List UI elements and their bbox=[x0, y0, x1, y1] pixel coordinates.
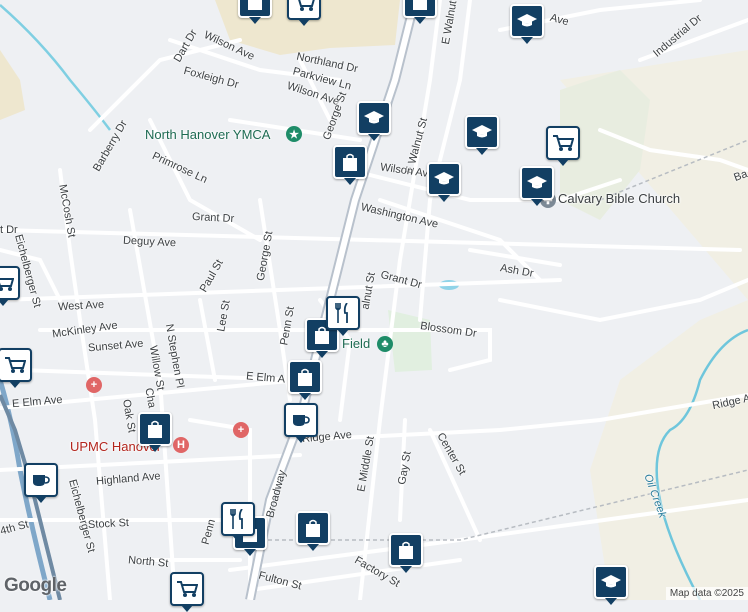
graduation-cap-icon[interactable] bbox=[510, 4, 544, 44]
street-label-stock-st: Stock St bbox=[87, 516, 130, 532]
google-logo: Google bbox=[4, 575, 67, 596]
street-label-west-ave: West Ave bbox=[57, 298, 105, 314]
shopping-cart-icon[interactable] bbox=[287, 0, 321, 26]
place-label-field[interactable]: Field bbox=[342, 336, 370, 351]
coffee-cup-icon[interactable] bbox=[284, 403, 318, 443]
shopping-bag-icon[interactable] bbox=[403, 0, 437, 24]
shopping-bag-icon[interactable] bbox=[389, 533, 423, 573]
shopping-bag-icon[interactable] bbox=[296, 511, 330, 551]
hospital-icon[interactable]: + bbox=[233, 422, 249, 438]
sand-area-left bbox=[0, 50, 25, 120]
map-canvas[interactable] bbox=[0, 0, 748, 600]
graduation-cap-icon[interactable] bbox=[427, 162, 461, 202]
shopping-cart-icon[interactable] bbox=[0, 266, 20, 306]
place-label-ymca[interactable]: North Hanover YMCA bbox=[145, 127, 270, 142]
street-label-t-dr: t Dr bbox=[0, 224, 18, 236]
map-attribution[interactable]: Map data ©2025 bbox=[665, 587, 748, 600]
graduation-cap-icon[interactable] bbox=[520, 166, 554, 206]
graduation-cap-icon[interactable] bbox=[594, 565, 628, 605]
graduation-cap-icon[interactable] bbox=[357, 101, 391, 141]
hospital-h-icon[interactable]: H bbox=[173, 437, 189, 453]
shopping-bag-icon[interactable] bbox=[333, 145, 367, 185]
street-label-grant-dr-w: Grant Dr bbox=[191, 210, 235, 226]
shopping-cart-icon[interactable] bbox=[546, 126, 580, 166]
graduation-cap-icon[interactable] bbox=[465, 115, 499, 155]
ymca-icon[interactable]: ★ bbox=[286, 126, 302, 142]
fork-knife-icon[interactable] bbox=[221, 502, 255, 542]
shopping-cart-icon[interactable] bbox=[0, 348, 32, 388]
shopping-bag-icon[interactable] bbox=[238, 0, 272, 24]
fork-knife-icon[interactable] bbox=[326, 296, 360, 336]
park-tree-icon[interactable]: ♣ bbox=[377, 336, 393, 352]
hospital-icon[interactable]: + bbox=[86, 377, 102, 393]
place-label-calvary-bible-church[interactable]: Calvary Bible Church bbox=[558, 191, 680, 206]
coffee-cup-icon[interactable] bbox=[24, 463, 58, 503]
shopping-cart-icon[interactable] bbox=[170, 572, 204, 612]
shopping-bag-icon[interactable] bbox=[288, 360, 322, 400]
shopping-bag-icon[interactable] bbox=[138, 412, 172, 452]
